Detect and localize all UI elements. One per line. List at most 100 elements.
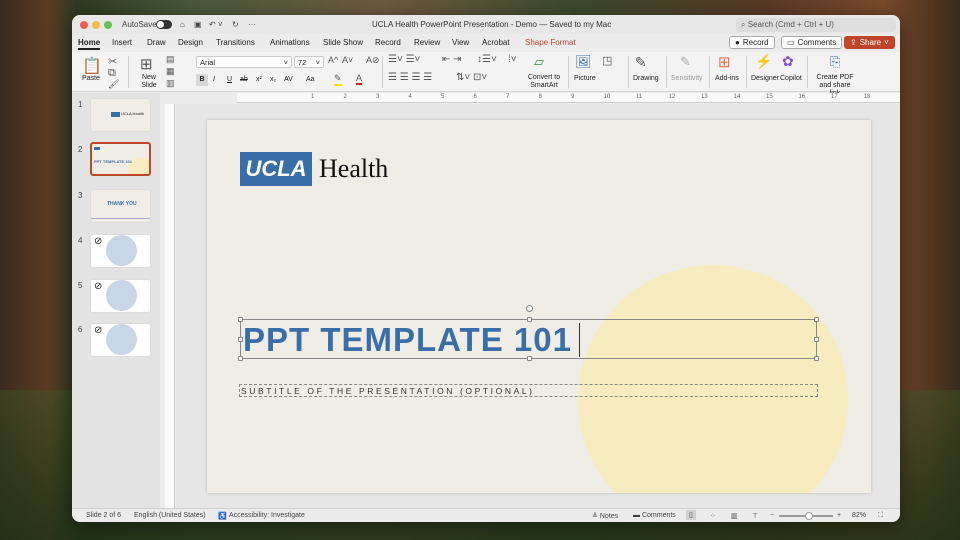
clear-formatting-icon[interactable]: A⊘ [366, 55, 380, 66]
zoom-slider[interactable] [779, 512, 833, 520]
convert-smartart-button[interactable]: Convert to SmartArt [524, 74, 564, 90]
designer-button[interactable]: Designer [751, 75, 779, 83]
more-icon[interactable]: ··· [248, 20, 256, 29]
drawing-button[interactable]: Drawing [633, 75, 659, 83]
undo-icon[interactable]: ↶ ˅ [209, 20, 223, 29]
tab-insert[interactable]: Insert [112, 38, 132, 47]
tab-transitions[interactable]: Transitions [216, 38, 255, 47]
zoom-slider-thumb[interactable] [805, 512, 814, 520]
text-direction-icon[interactable]: ⇅˅ ⊡˅ [456, 72, 487, 83]
language-status[interactable]: English (United States) [134, 512, 206, 519]
new-slide-button[interactable]: New Slide [138, 74, 160, 90]
resize-handle[interactable] [814, 337, 819, 342]
autosave-toggle[interactable] [156, 20, 172, 29]
resize-handle[interactable] [814, 356, 819, 361]
title-textbox[interactable]: PPT TEMPLATE 101 [238, 305, 819, 361]
tab-review[interactable]: Review [414, 38, 440, 47]
new-slide-icon[interactable]: ⊞ [140, 55, 153, 73]
resize-handle[interactable] [527, 317, 532, 322]
tab-slide-show[interactable]: Slide Show [323, 38, 363, 47]
superscript-button[interactable]: x² [256, 76, 262, 84]
font-color-icon[interactable]: A [356, 73, 363, 85]
slide-thumbnail-3[interactable]: THANK YOU [90, 189, 151, 223]
resize-handle[interactable] [238, 337, 243, 342]
comments-status-button[interactable]: ▬ Comments [633, 512, 676, 519]
slide-thumbnail-2[interactable]: PPT TEMPLATE 101 [90, 142, 151, 176]
zoom-out-button[interactable]: − [770, 512, 774, 519]
slide-thumbnail-4[interactable]: ⊘ [90, 234, 151, 268]
strikethrough-button[interactable]: ab [240, 76, 248, 84]
shapes-icon[interactable]: ◳ [602, 54, 612, 67]
resize-handle[interactable] [238, 317, 243, 322]
change-case-button[interactable]: Aa [306, 76, 315, 84]
paste-icon[interactable]: 📋 [82, 56, 102, 76]
record-button[interactable]: ● Record [729, 36, 775, 49]
save-icon[interactable]: ▣ [194, 20, 202, 29]
slide-canvas[interactable]: UCLA Health PPT TEMPLATE 101 SUBTITLE OF… [207, 120, 871, 493]
slide-sorter-button[interactable]: ⁘ [710, 512, 716, 520]
section-icon[interactable]: ▥ [166, 78, 175, 89]
slideshow-button[interactable]: ⊤ [752, 512, 758, 520]
redo-icon[interactable]: ↻ [232, 20, 239, 29]
health-logo-text[interactable]: Health [319, 152, 388, 186]
tab-animations[interactable]: Animations [270, 38, 310, 47]
accessibility-status[interactable]: Accessibility: Investigate [229, 512, 305, 519]
picture-icon[interactable]: 🖼 [575, 54, 592, 70]
addins-button[interactable]: Add-ins [715, 75, 739, 83]
indent-icon[interactable]: ⇤ ⇥ [442, 54, 462, 65]
comments-button[interactable]: ▭ Comments [781, 36, 843, 49]
reset-icon[interactable]: ▦ [166, 66, 175, 77]
rotate-handle-icon[interactable] [526, 305, 533, 312]
tab-record[interactable]: Record [375, 38, 401, 47]
normal-view-button[interactable]: ▯ [686, 510, 696, 520]
tab-shape-format[interactable]: Shape Format [525, 38, 576, 47]
copilot-button[interactable]: Copilot [780, 75, 802, 83]
increase-font-icon[interactable]: A^ [328, 55, 338, 65]
share-button[interactable]: ⇪ Share ˅ [844, 36, 895, 49]
notes-button[interactable]: ≜ Notes [592, 512, 618, 520]
resize-handle[interactable] [527, 356, 532, 361]
horizontal-ruler[interactable]: 1 2 3 4 5 6 7 8 9 10 11 12 13 14 15 16 17 18 [237, 93, 900, 103]
underline-button[interactable]: U [227, 76, 232, 84]
columns-icon[interactable]: ⁞˅ [508, 54, 517, 65]
font-name-select[interactable]: Arial ˅ [196, 56, 292, 68]
designer-icon[interactable]: ⚡ [755, 53, 772, 70]
layout-icon[interactable]: ▤ [166, 54, 175, 65]
slide-thumbnail-6[interactable]: ⊘ [90, 323, 151, 357]
bold-button[interactable]: B [196, 74, 208, 86]
tab-acrobat[interactable]: Acrobat [482, 38, 510, 47]
bullets-icon[interactable]: ☰˅ ☰˅ [388, 54, 420, 65]
drawing-icon[interactable]: ✎ [635, 54, 647, 71]
slide-subtitle[interactable]: SUBTITLE OF THE PRESENTATION (OPTIONAL) [241, 386, 535, 396]
picture-button[interactable]: Picture [574, 75, 596, 83]
resize-handle[interactable] [238, 356, 243, 361]
align-icons[interactable]: ☰ ☰ ☰ ☰ [388, 72, 432, 83]
italic-button[interactable]: I [213, 76, 215, 84]
zoom-in-button[interactable]: + [837, 512, 841, 519]
fit-slide-icon[interactable]: ⛶ [878, 512, 883, 520]
format-painter-icon[interactable]: 🖌 [108, 79, 119, 90]
create-pdf-icon[interactable]: ⎘ [830, 54, 840, 70]
resize-handle[interactable] [814, 317, 819, 322]
subscript-button[interactable]: x₂ [270, 76, 276, 84]
slide-thumbnail-1[interactable]: UCLA Health [90, 98, 151, 132]
paste-button[interactable]: Paste [82, 75, 100, 83]
tab-design[interactable]: Design [178, 38, 203, 47]
home-icon[interactable]: ⌂ [180, 20, 185, 29]
tab-home[interactable]: Home [78, 38, 101, 50]
tab-draw[interactable]: Draw [147, 38, 166, 47]
close-button[interactable] [80, 21, 88, 29]
font-size-select[interactable]: 72 ˅ [294, 56, 324, 68]
highlight-icon[interactable]: ✎ [334, 73, 342, 86]
ucla-logo[interactable]: UCLA [240, 152, 312, 186]
vertical-ruler[interactable] [165, 104, 175, 508]
search-input[interactable]: ⌕ Search (Cmd + Ctrl + U) [736, 18, 896, 32]
document-title[interactable]: UCLA Health PowerPoint Presentation - De… [372, 20, 611, 29]
slide-thumbnail-5[interactable]: ⊘ [90, 279, 151, 313]
character-spacing-button[interactable]: AV [284, 76, 293, 84]
smartart-icon[interactable]: ▱ [534, 54, 544, 70]
decorative-circle[interactable] [578, 265, 848, 493]
copilot-icon[interactable]: ✿ [782, 53, 794, 70]
slide-title[interactable]: PPT TEMPLATE 101 [243, 322, 572, 358]
addins-icon[interactable]: ⊞ [718, 53, 731, 71]
